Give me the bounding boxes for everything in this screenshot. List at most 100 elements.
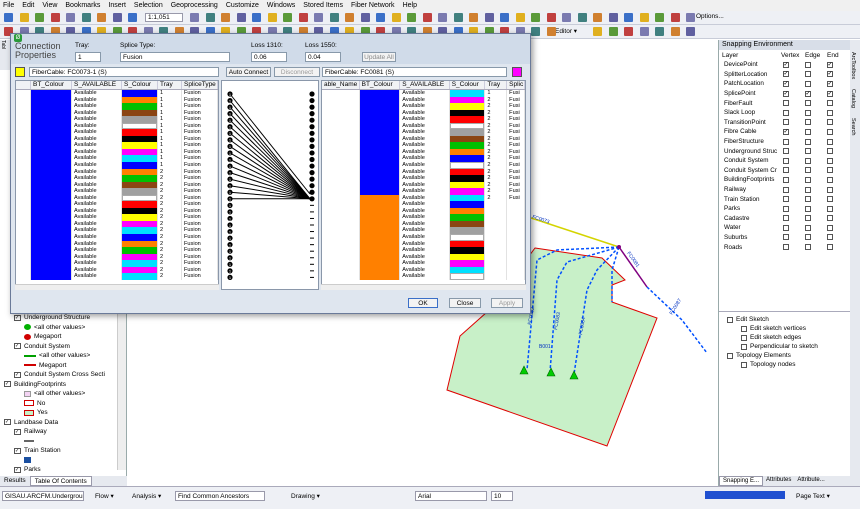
toc-layer-row[interactable] <box>0 456 34 465</box>
edge-checkbox[interactable] <box>805 196 811 203</box>
toolbar-tool-icon[interactable] <box>500 13 509 22</box>
tree-checkbox[interactable] <box>741 361 747 368</box>
col-bt-colour[interactable]: BT_Colour <box>31 81 72 89</box>
toolbar-tool-icon[interactable] <box>190 13 199 22</box>
col-splice-right[interactable]: Splic <box>507 81 525 89</box>
snapping-tree-item[interactable]: Topology Elements <box>719 351 850 360</box>
toolbar-tool-icon[interactable] <box>314 13 323 22</box>
vertex-checkbox[interactable] <box>783 234 789 241</box>
toolbar-tool-icon[interactable] <box>484 13 494 22</box>
toolbar-tool-icon[interactable] <box>205 13 215 22</box>
left-fiber-grid[interactable]: BT_Colour S_AVAILABLE S_Colour Tray Spli… <box>15 80 219 290</box>
toolbar-tool-icon[interactable] <box>252 13 261 22</box>
menu-selection[interactable]: Selection <box>134 2 163 9</box>
toolbar-tool-icon[interactable] <box>97 13 106 22</box>
menu-insert[interactable]: Insert <box>108 2 126 9</box>
toolbar-tool-icon[interactable] <box>128 13 137 22</box>
toolbar-tool-icon[interactable] <box>593 13 602 22</box>
toolbar-tool-icon[interactable] <box>546 13 556 22</box>
edge-checkbox[interactable] <box>805 157 811 164</box>
find-common-ancestors-combo[interactable]: Find Common Ancestors <box>175 491 265 501</box>
toc-layer-row[interactable]: Megaport <box>0 361 66 370</box>
ok-button[interactable]: OK <box>408 298 438 308</box>
end-checkbox[interactable] <box>827 244 833 251</box>
toc-layer-row[interactable]: ✓ Parks <box>0 465 41 474</box>
tab-catalog[interactable]: Catalog <box>850 89 856 108</box>
col-s-available-right[interactable]: S_AVAILABLE <box>400 81 450 89</box>
edge-checkbox[interactable] <box>805 176 811 183</box>
col-tray[interactable]: Tray <box>158 81 182 89</box>
toolbar-tool-icon[interactable] <box>267 13 277 22</box>
toolbar-tool-icon[interactable] <box>624 27 633 36</box>
vertex-checkbox[interactable] <box>783 176 789 183</box>
vertex-checkbox[interactable] <box>783 196 789 203</box>
disconnect-button[interactable]: Disconnect <box>274 67 320 77</box>
toolbar-tool-icon[interactable] <box>438 13 447 22</box>
layer-visibility-checkbox[interactable]: ✓ <box>14 447 21 454</box>
end-checkbox[interactable] <box>827 90 833 97</box>
edge-checkbox[interactable] <box>805 61 811 68</box>
table-row[interactable]: Available 2 Fusion <box>16 273 218 280</box>
toc-layer-row[interactable]: ✓ Underground Structure <box>0 313 90 322</box>
toolbar-tool-icon[interactable] <box>360 13 370 22</box>
toolbar-tool-icon[interactable] <box>283 13 292 22</box>
end-checkbox[interactable] <box>827 61 833 68</box>
right-fiber-grid[interactable]: able_Name BT_Colour S_AVAILABLE S_Colour… <box>321 80 526 290</box>
edge-checkbox[interactable] <box>805 234 811 241</box>
layer-visibility-checkbox[interactable]: ✓ <box>14 466 21 473</box>
vertex-checkbox[interactable] <box>783 186 789 193</box>
toc-layer-row[interactable] <box>0 437 37 446</box>
toc-layer-row[interactable]: ✓ BuildingFootprints <box>0 380 66 389</box>
menu-customize[interactable]: Customize <box>226 2 259 9</box>
toolbar-tool-icon[interactable] <box>112 13 122 22</box>
toc-layer-row[interactable]: Megaport <box>0 332 61 341</box>
menu-stored-items[interactable]: Stored Items <box>303 2 343 9</box>
toolbar-tool-icon[interactable] <box>66 13 75 22</box>
snapping-tree-item[interactable]: Edit sketch edges <box>719 333 850 342</box>
toolbar-tool-icon[interactable] <box>298 13 308 22</box>
toc-layer-row[interactable]: <all other values> <box>0 389 85 398</box>
end-checkbox[interactable] <box>827 148 833 155</box>
layer-visibility-checkbox[interactable]: ✓ <box>14 314 21 321</box>
right-cable-combo[interactable]: FiberCable: FC0081 (S) <box>322 67 507 77</box>
toolbar-tool-icon[interactable] <box>639 13 649 22</box>
end-checkbox[interactable] <box>827 196 833 203</box>
options-button[interactable]: Options... <box>696 13 724 20</box>
menu-edit[interactable]: Edit <box>22 2 34 9</box>
col-tray-right[interactable]: Tray <box>485 81 508 89</box>
toolbar-tool-icon[interactable] <box>546 27 556 36</box>
layer-visibility-checkbox[interactable]: ✓ <box>14 428 21 435</box>
toolbar-tool-icon[interactable] <box>531 13 540 22</box>
vertex-checkbox[interactable] <box>783 71 789 78</box>
vertex-checkbox[interactable] <box>783 224 789 231</box>
menu-bookmarks[interactable]: Bookmarks <box>65 2 100 9</box>
toc-layer-row[interactable]: No <box>0 399 45 408</box>
tab-attributes[interactable]: Attributes <box>763 476 794 486</box>
menu-fiber-network[interactable]: Fiber Network <box>351 2 395 9</box>
tree-checkbox[interactable] <box>741 343 747 350</box>
page-text-menu[interactable]: Page Text ▾ <box>796 492 830 500</box>
toolbar-tool-icon[interactable] <box>453 13 463 22</box>
toolbar-tool-icon[interactable] <box>469 13 478 22</box>
tree-checkbox[interactable] <box>727 316 733 323</box>
edge-checkbox[interactable] <box>805 205 811 212</box>
toolbar-tool-icon[interactable] <box>655 13 664 22</box>
font-combo[interactable]: Arial <box>415 491 487 501</box>
toolbar-tool-icon[interactable] <box>670 27 680 36</box>
layer-visibility-checkbox[interactable]: ✓ <box>14 371 21 378</box>
vertex-checkbox[interactable] <box>783 205 789 212</box>
flow-menu[interactable]: Flow ▾ <box>95 492 114 500</box>
toolbar-tool-icon[interactable] <box>686 27 695 36</box>
toc-layer-row[interactable]: ✓ Railway <box>0 427 47 436</box>
toolbar-tool-icon[interactable] <box>608 27 618 36</box>
end-checkbox[interactable] <box>827 109 833 116</box>
tab-search[interactable]: Search <box>850 118 856 135</box>
menu-help[interactable]: Help <box>403 2 417 9</box>
toolbar-tool-icon[interactable] <box>562 13 571 22</box>
menu-geoprocessing[interactable]: Geoprocessing <box>171 2 218 9</box>
vertex-checkbox[interactable] <box>783 90 789 97</box>
toolbar-tool-icon[interactable] <box>531 27 540 36</box>
toolbar-tool-icon[interactable] <box>221 13 230 22</box>
end-checkbox[interactable] <box>827 186 833 193</box>
edge-checkbox[interactable] <box>805 109 811 116</box>
